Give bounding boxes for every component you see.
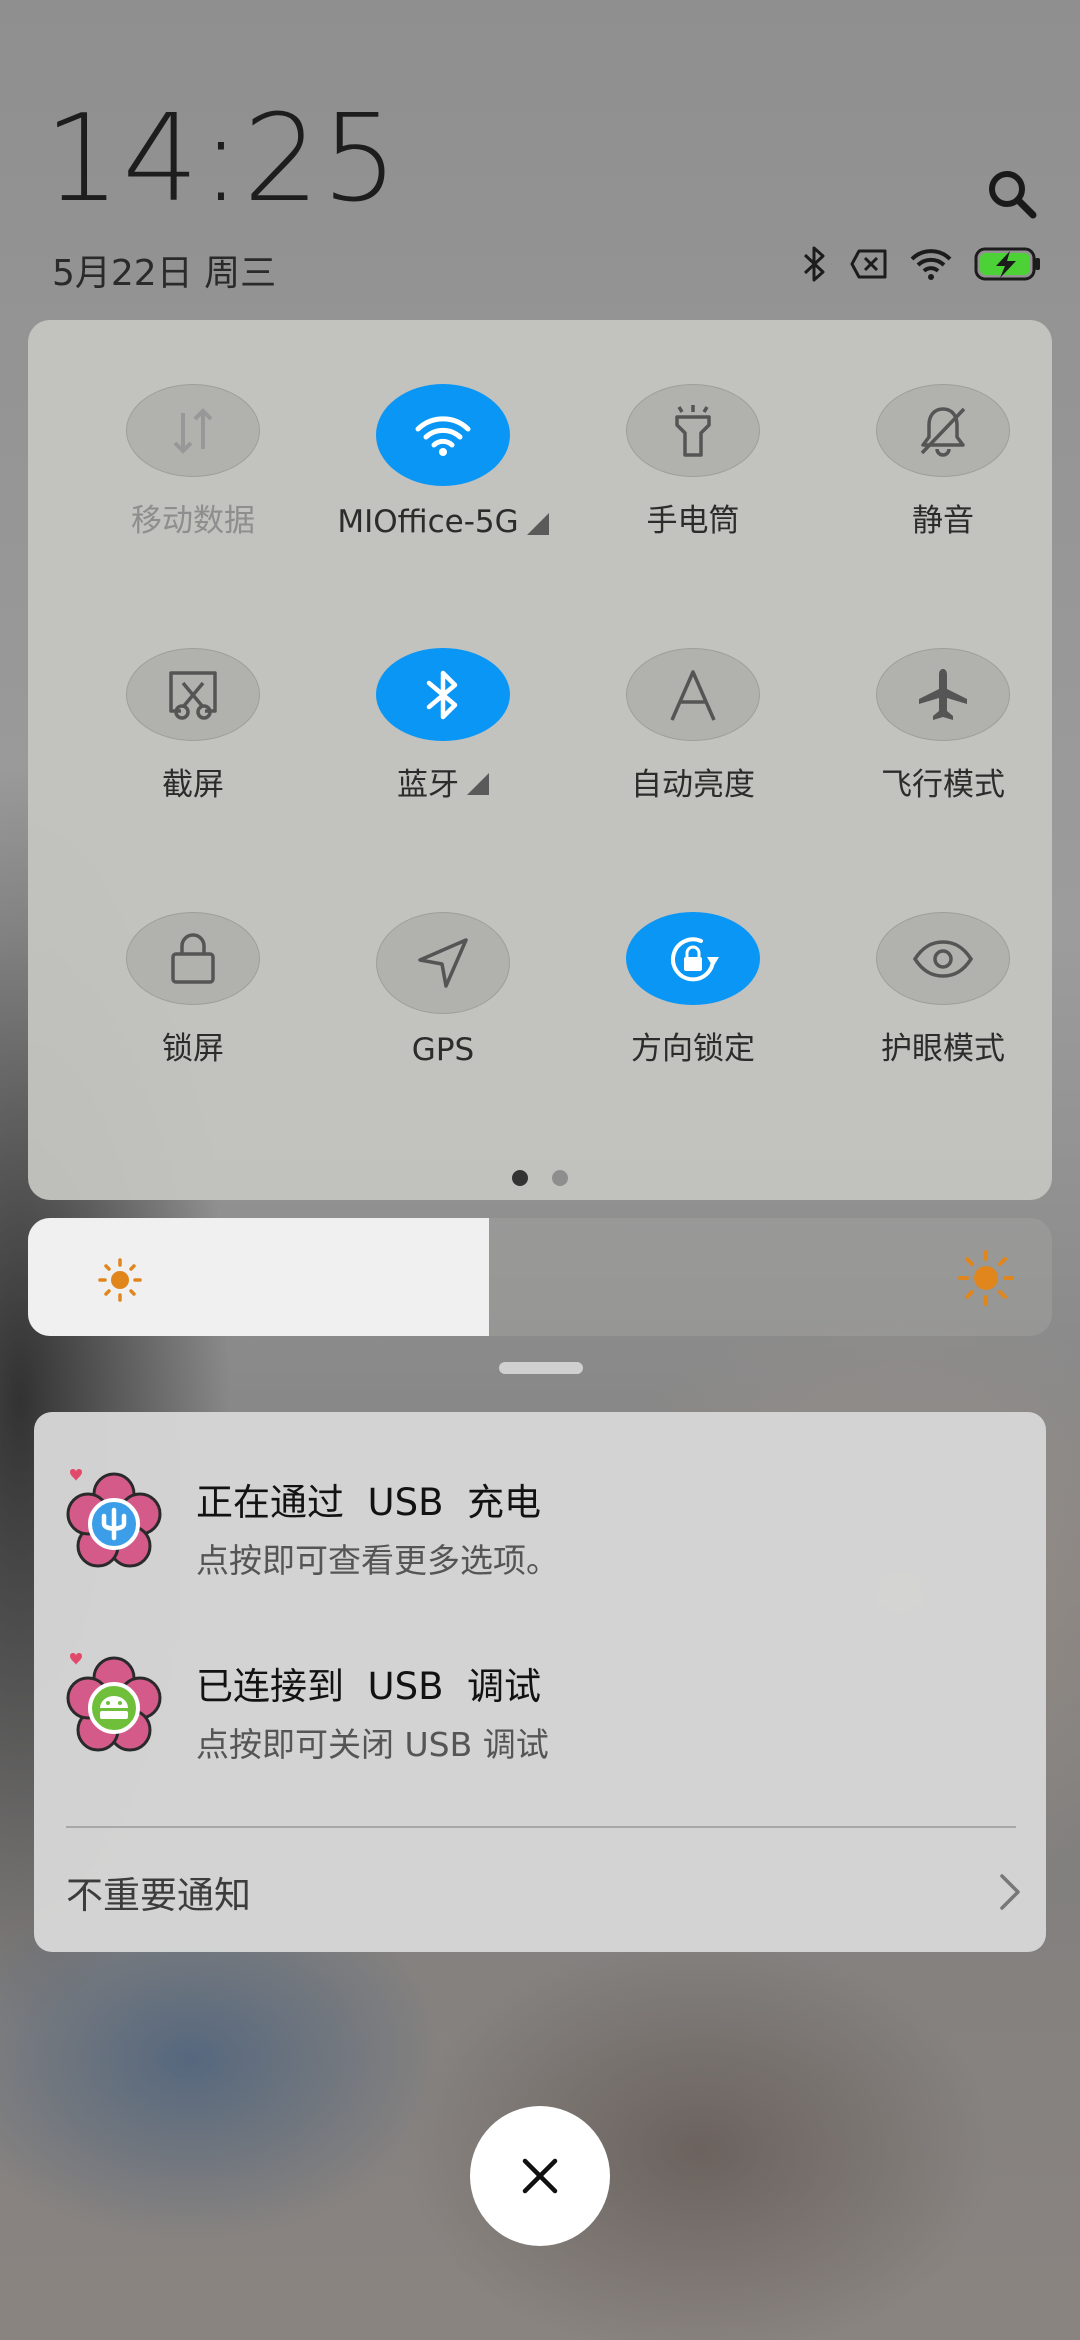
tile-circle[interactable] bbox=[626, 912, 760, 1005]
bell-off-icon bbox=[920, 406, 966, 457]
tile-mobile-data[interactable]: 移动数据 bbox=[68, 320, 318, 540]
brightness-high-icon bbox=[958, 1250, 1014, 1306]
search-icon bbox=[989, 171, 1037, 219]
tile-auto-brightness[interactable]: 自动亮度 bbox=[568, 584, 818, 804]
lock-icon bbox=[171, 932, 215, 984]
unimportant-notifications-row[interactable]: 不重要通知 bbox=[66, 1852, 1022, 1932]
no-sim-icon bbox=[850, 249, 887, 279]
tile-label: 蓝牙 bbox=[397, 767, 459, 803]
tile-circle[interactable] bbox=[876, 384, 1010, 477]
tile-rotation-lock[interactable]: 方向锁定 bbox=[568, 848, 818, 1068]
close-icon bbox=[522, 2158, 558, 2194]
auto-brightness-icon bbox=[670, 669, 716, 721]
gps-icon bbox=[418, 938, 468, 988]
clock[interactable]: 14:25 bbox=[44, 100, 400, 220]
tile-wifi[interactable]: MIOffice-5G bbox=[318, 320, 568, 540]
tile-label: 截屏 bbox=[162, 767, 224, 803]
tile-label: 护眼模式 bbox=[881, 1031, 1005, 1067]
wifi-status-icon bbox=[910, 249, 952, 280]
notification-title: 正在通过 USB 充电 bbox=[196, 1481, 541, 1524]
wifi-network-name: MIOffice-5G bbox=[337, 504, 519, 540]
tile-label: 手电筒 bbox=[646, 503, 740, 539]
tile-airplane-mode[interactable]: 飞行模式 bbox=[818, 584, 1068, 804]
tile-label: 静音 bbox=[912, 503, 974, 539]
tile-eye-care[interactable]: 护眼模式 bbox=[818, 848, 1068, 1068]
tile-label: 移动数据 bbox=[131, 503, 255, 539]
expand-arrow-icon[interactable] bbox=[467, 772, 489, 795]
tile-label: 飞行模式 bbox=[881, 767, 1005, 803]
tile-circle[interactable] bbox=[626, 648, 760, 741]
search-button[interactable] bbox=[984, 166, 1040, 222]
page-dot bbox=[552, 1170, 568, 1186]
tile-circle[interactable] bbox=[126, 912, 260, 1005]
tile-label: 自动亮度 bbox=[631, 767, 755, 803]
expand-arrow-icon[interactable] bbox=[526, 513, 549, 535]
bluetooth-icon bbox=[426, 670, 458, 719]
bluetooth-status-icon bbox=[803, 246, 825, 282]
tile-silent[interactable]: 静音 bbox=[818, 320, 1068, 540]
android-flower-icon bbox=[66, 1653, 162, 1752]
tile-label: 方向锁定 bbox=[631, 1031, 755, 1067]
tile-circle[interactable] bbox=[126, 384, 260, 477]
tile-label-row: 蓝牙 bbox=[397, 759, 489, 804]
tile-circle[interactable] bbox=[626, 384, 760, 477]
date[interactable]: 5月22日 周三 bbox=[52, 244, 276, 296]
mobile-data-icon bbox=[173, 407, 213, 454]
clear-all-button[interactable] bbox=[470, 2106, 610, 2246]
chevron-right-icon bbox=[1000, 1874, 1020, 1910]
notification-body: 点按即可查看更多选项。 bbox=[196, 1541, 559, 1580]
battery-charging-icon bbox=[974, 247, 1040, 281]
notification-title: 已连接到 USB 调试 bbox=[196, 1665, 541, 1708]
tile-screenshot[interactable]: 截屏 bbox=[68, 584, 318, 804]
tile-flashlight[interactable]: 手电筒 bbox=[568, 320, 818, 540]
tile-circle[interactable] bbox=[876, 912, 1010, 1005]
brightness-low-icon bbox=[98, 1258, 142, 1302]
tile-label: 锁屏 bbox=[162, 1031, 224, 1067]
drag-handle[interactable] bbox=[499, 1362, 583, 1374]
notification-usb-charging[interactable]: 正在通过 USB 充电 点按即可查看更多选项。 bbox=[34, 1468, 1046, 1608]
wifi-icon bbox=[415, 416, 471, 456]
rotation-lock-icon bbox=[671, 936, 719, 981]
tile-circle[interactable] bbox=[376, 648, 510, 741]
tile-label: GPS bbox=[411, 1032, 475, 1068]
tile-gps[interactable]: GPS bbox=[318, 848, 568, 1068]
airplane-icon bbox=[919, 668, 967, 720]
page-dot-active bbox=[512, 1170, 528, 1186]
tile-lock-screen[interactable]: 锁屏 bbox=[68, 848, 318, 1068]
tile-bluetooth[interactable]: 蓝牙 bbox=[318, 584, 568, 804]
flashlight-icon bbox=[675, 404, 711, 457]
eye-icon bbox=[912, 939, 974, 978]
notification-usb-debugging[interactable]: 已连接到 USB 调试 点按即可关闭 USB 调试 bbox=[34, 1652, 1046, 1792]
unimportant-notifications-label: 不重要通知 bbox=[66, 1874, 251, 1917]
page-indicator bbox=[28, 1170, 1052, 1186]
quick-settings-panel: 移动数据 MIOffice-5G 手电筒 静音 截屏 蓝牙 自动亮度 飞行模式 … bbox=[28, 320, 1052, 1200]
tile-circle[interactable] bbox=[876, 648, 1010, 741]
notification-body: 点按即可关闭 USB 调试 bbox=[196, 1725, 549, 1764]
tile-circle[interactable] bbox=[126, 648, 260, 741]
tile-circle[interactable] bbox=[376, 912, 510, 1014]
status-icons bbox=[802, 242, 1042, 286]
notification-card: 正在通过 USB 充电 点按即可查看更多选项。 已连接到 USB 调试 点按即可… bbox=[34, 1412, 1046, 1952]
divider bbox=[66, 1826, 1016, 1828]
tile-label-row: MIOffice-5G bbox=[337, 504, 549, 540]
usb-flower-icon bbox=[66, 1469, 162, 1568]
brightness-slider[interactable] bbox=[28, 1218, 1052, 1336]
tile-circle[interactable] bbox=[376, 384, 510, 486]
screenshot-icon bbox=[169, 670, 217, 720]
